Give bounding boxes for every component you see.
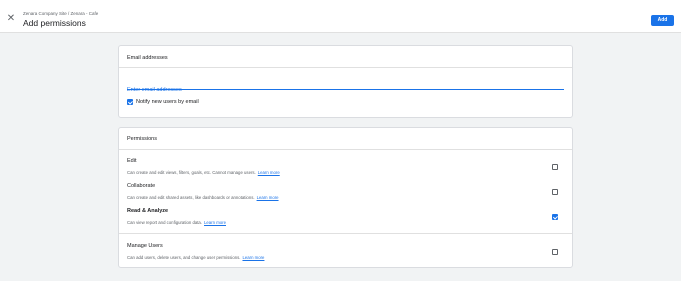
divider <box>119 233 572 234</box>
permission-edit-title: Edit <box>127 158 137 164</box>
permission-collaborate-title: Collaborate <box>127 183 156 189</box>
permissions-card: Permissions Edit Can create and edit vie… <box>118 127 573 268</box>
add-button[interactable]: Add <box>651 15 674 26</box>
permission-manage-users-title: Manage Users <box>127 243 163 249</box>
permission-manage-users-checkbox[interactable] <box>552 249 558 255</box>
permission-manage-users-description-text: Can add users, delete users, and change … <box>127 255 241 260</box>
email-card-title: Email addresses <box>127 55 168 61</box>
permission-manage-users-description: Can add users, delete users, and change … <box>127 255 264 260</box>
notify-checkbox[interactable] <box>127 99 133 105</box>
close-icon[interactable]: ✕ <box>6 14 16 24</box>
page-title: Add permissions <box>23 18 86 28</box>
permission-edit-description-text: Can create and edit views, filters, goal… <box>127 170 256 175</box>
notify-label: Notify new users by email <box>136 99 199 105</box>
learn-more-link[interactable]: Learn more <box>242 255 264 260</box>
permission-edit-checkbox[interactable] <box>552 164 558 170</box>
permission-read-analyze-checkbox[interactable] <box>552 214 558 220</box>
permission-collaborate-checkbox[interactable] <box>552 189 558 195</box>
top-app-bar: ✕ Zenara Company Site / Zenara - Cafe Ad… <box>0 0 681 33</box>
permission-read-analyze-description: Can view report and configuration data. L… <box>127 220 226 225</box>
email-field[interactable] <box>127 87 564 93</box>
permission-collaborate-description-text: Can create and edit shared assets, like … <box>127 195 255 200</box>
learn-more-link[interactable]: Learn more <box>204 220 226 225</box>
permission-read-analyze-title: Read & Analyze <box>127 208 169 214</box>
email-input[interactable] <box>127 78 564 93</box>
divider <box>119 149 572 150</box>
permission-read-analyze-description-text: Can view report and configuration data. <box>127 220 203 225</box>
breadcrumb: Zenara Company Site / Zenara - Cafe <box>23 11 99 16</box>
learn-more-link[interactable]: Learn more <box>258 170 280 175</box>
email-card: Email addresses Notify new users by emai… <box>118 45 573 118</box>
learn-more-link[interactable]: Learn more <box>257 195 279 200</box>
permissions-card-title: Permissions <box>127 136 157 142</box>
permission-edit-description: Can create and edit views, filters, goal… <box>127 170 280 175</box>
permission-collaborate-description: Can create and edit shared assets, like … <box>127 195 279 200</box>
divider <box>119 67 572 68</box>
